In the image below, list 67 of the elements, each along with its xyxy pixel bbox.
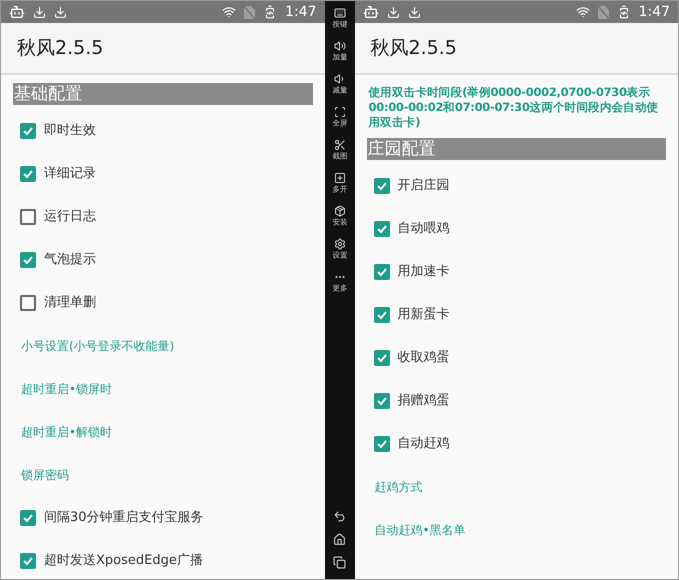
option-label: 超时发送XposedEdge广播 xyxy=(44,552,203,570)
checkbox[interactable] xyxy=(374,178,390,194)
check-icon xyxy=(376,394,388,406)
check-icon xyxy=(22,124,34,136)
android-icon xyxy=(362,4,378,20)
checkbox[interactable] xyxy=(374,220,390,236)
check-icon xyxy=(376,352,388,364)
option-label: 收取鸡蛋 xyxy=(398,348,450,367)
download-icon xyxy=(54,6,67,18)
option-label: 运行日志 xyxy=(44,208,96,226)
android-icon xyxy=(9,4,25,20)
checkbox[interactable] xyxy=(20,294,36,310)
recent-apps-icon[interactable] xyxy=(333,556,346,569)
no-sim-icon xyxy=(244,6,256,18)
no-sim-icon xyxy=(598,6,609,18)
option-label: 即时生效 xyxy=(44,122,96,140)
checkbox[interactable] xyxy=(20,552,36,568)
check-icon xyxy=(22,512,34,524)
check-icon xyxy=(376,222,388,234)
check-icon xyxy=(376,180,388,192)
option-label: 用加速卡 xyxy=(398,262,450,281)
back-icon[interactable] xyxy=(333,510,346,523)
section-header: 庄园配置 xyxy=(366,138,666,160)
checkbox[interactable] xyxy=(20,122,36,138)
checkbox[interactable] xyxy=(374,306,390,322)
option-label: 气泡提示 xyxy=(44,250,96,269)
check-icon xyxy=(22,254,34,266)
plus-square-icon xyxy=(334,172,346,184)
option-label: 清理单删 xyxy=(44,294,96,312)
check-icon xyxy=(22,168,34,180)
app-title: 秋风2.5.5 xyxy=(370,36,457,61)
check-icon xyxy=(376,308,388,320)
check-icon xyxy=(376,438,388,450)
check-icon xyxy=(22,554,34,566)
package-icon xyxy=(334,205,346,217)
wifi-icon xyxy=(222,5,236,19)
download-icon xyxy=(33,6,46,18)
checkbox[interactable] xyxy=(20,208,36,224)
checkbox[interactable] xyxy=(20,166,36,182)
clock-time: 1:47 xyxy=(638,2,670,22)
scissors-icon xyxy=(334,139,346,151)
keyboard-icon xyxy=(334,7,346,19)
checkbox[interactable] xyxy=(20,252,36,268)
section-header: 基础配置 xyxy=(13,83,312,105)
download-icon xyxy=(408,6,420,18)
fullscreen-icon xyxy=(334,106,346,118)
download-icon xyxy=(386,6,400,18)
settings-icon xyxy=(334,238,346,250)
option-label: 用新蛋卡 xyxy=(398,306,450,324)
clock-time: 1:47 xyxy=(285,2,316,22)
volume-down-icon xyxy=(334,73,346,85)
home-icon[interactable] xyxy=(333,533,346,546)
check-icon xyxy=(376,266,388,278)
option-label: 间隔30分钟重启支付宝服务 xyxy=(44,508,204,527)
option-label: 自动赶鸡 xyxy=(398,434,450,453)
checkbox[interactable] xyxy=(374,392,390,408)
volume-up-icon xyxy=(334,40,346,52)
checkbox[interactable] xyxy=(374,436,390,452)
wifi-icon xyxy=(576,5,590,19)
checkbox[interactable] xyxy=(374,350,390,366)
option-label: 自动喂鸡 xyxy=(398,220,450,238)
app-title: 秋风2.5.5 xyxy=(17,36,104,61)
option-label: 捐赠鸡蛋 xyxy=(398,392,450,410)
option-label: 详细记录 xyxy=(44,164,96,183)
checkbox[interactable] xyxy=(374,264,390,280)
checkbox[interactable] xyxy=(20,510,36,526)
option-label: 开启庄园 xyxy=(398,176,450,195)
